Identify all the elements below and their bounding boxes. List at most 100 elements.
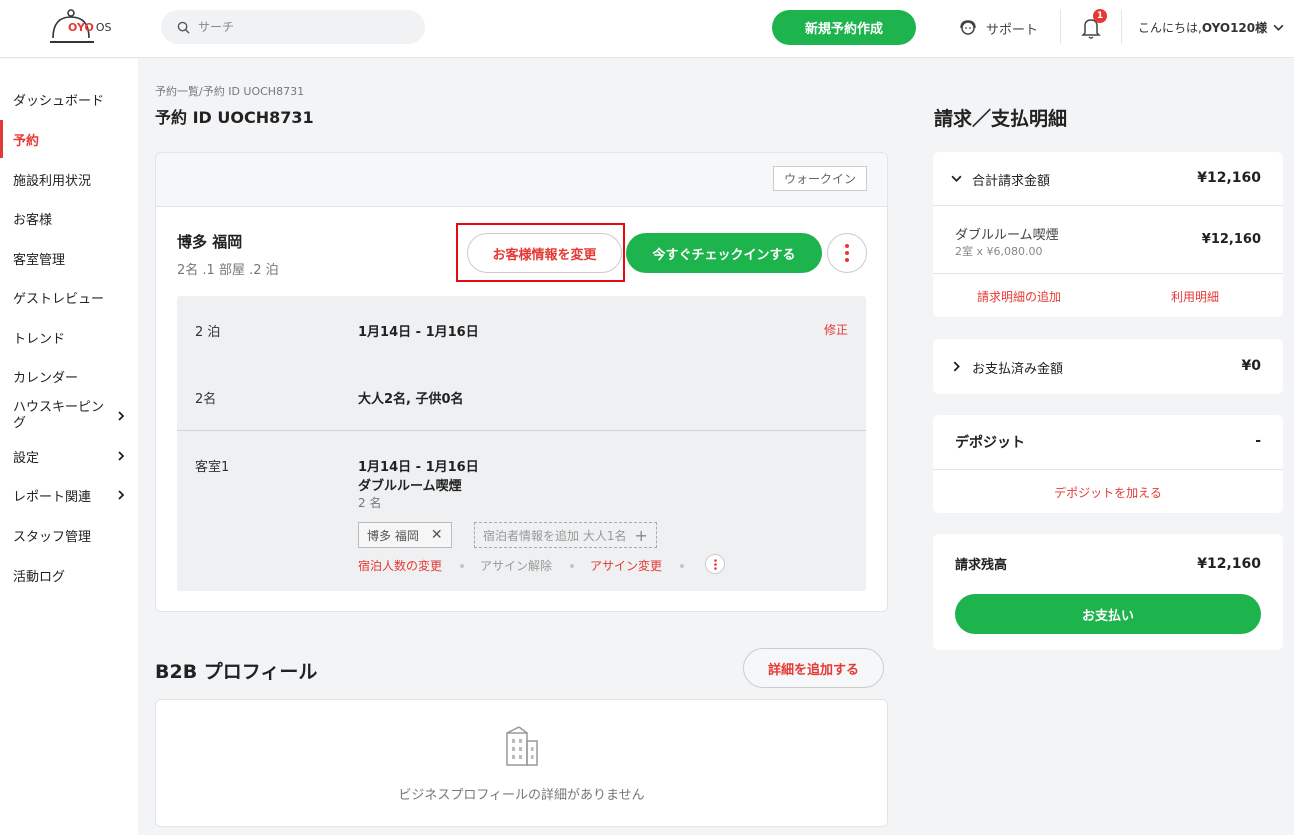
- edit-dates-link[interactable]: 修正: [824, 321, 848, 338]
- room-label: 客室1: [195, 460, 230, 475]
- booking-card-header: ウォークイン: [156, 153, 887, 207]
- change-guests-link[interactable]: 宿泊人数の変更: [358, 557, 442, 574]
- nights-label: 2 泊: [195, 325, 221, 340]
- support-label: サポート: [986, 22, 1039, 38]
- sidebar-item-settings[interactable]: 設定: [0, 437, 138, 475]
- chevron-down-icon: [951, 175, 962, 182]
- balance-amount: ¥12,160: [1197, 556, 1261, 572]
- separator-dot: [460, 564, 464, 568]
- total-charges-header[interactable]: 合計請求金額 ¥12,160: [933, 152, 1283, 204]
- chevron-right-icon: [118, 451, 125, 461]
- plus-icon: +: [634, 525, 648, 545]
- sidebar-item-occupancy[interactable]: 施設利用状況: [0, 160, 138, 198]
- sidebar-item-reviews[interactable]: ゲストレビュー: [0, 278, 138, 316]
- details-divider: [177, 430, 866, 431]
- more-options-button[interactable]: [827, 233, 867, 273]
- notification-badge: 1: [1093, 9, 1107, 23]
- sidebar-item-label: ダッシュボード: [13, 93, 105, 109]
- deposit-panel: デポジット - デポジットを加える: [933, 415, 1283, 513]
- sidebar-item-trends[interactable]: トレンド: [0, 318, 138, 356]
- support-link[interactable]: サポート: [958, 18, 1038, 38]
- sidebar-item-calendar[interactable]: カレンダー: [0, 357, 138, 395]
- sidebar: ダッシュボード 予約 施設利用状況 お客様 客室管理 ゲストレビュー トレンド …: [0, 59, 138, 835]
- checkin-now-button[interactable]: 今すぐチェックインする: [626, 233, 822, 273]
- greeting-prefix: こんにちは,: [1138, 21, 1202, 35]
- sidebar-item-guests[interactable]: お客様: [0, 199, 138, 237]
- separator-dot: [570, 564, 574, 568]
- add-charge-link[interactable]: 請求明細の追加: [977, 288, 1061, 305]
- reassign-link[interactable]: アサイン変更: [590, 557, 662, 574]
- paid-amount-panel[interactable]: お支払済み金額 ¥0: [933, 339, 1283, 394]
- b2b-card: ビジネスプロフィールの詳細がありません: [155, 699, 888, 827]
- sidebar-item-reports[interactable]: レポート関連: [0, 476, 138, 514]
- room-guests: 2 名: [358, 496, 382, 510]
- chip-add-label: 宿泊者情報を追加 大人1名: [483, 528, 627, 543]
- header-divider: [1121, 10, 1122, 44]
- room-type: ダブルルーム喫煙: [358, 479, 462, 494]
- balance-panel: 請求残高 ¥12,160 お支払い: [933, 534, 1283, 650]
- sidebar-item-label: 客室管理: [13, 252, 66, 268]
- sidebar-item-label: トレンド: [13, 331, 66, 347]
- room-more-button[interactable]: [705, 554, 725, 574]
- sidebar-item-staff[interactable]: スタッフ管理: [0, 516, 138, 554]
- building-icon: [506, 726, 538, 766]
- total-label: 合計請求金額: [972, 174, 1051, 189]
- sidebar-item-housekeeping[interactable]: ハウスキーピング: [0, 396, 138, 436]
- line-item-name: ダブルルーム喫煙: [955, 228, 1059, 243]
- booking-details: 2 泊 1月14日 - 1月16日 修正 2名 大人2名, 子供0名 客室1 1…: [177, 296, 866, 591]
- billing-title: 請求／支払明細: [934, 108, 1068, 130]
- user-name: OYO120様: [1201, 21, 1268, 35]
- deposit-label: デポジット: [955, 435, 1025, 451]
- panel-divider: [933, 205, 1283, 206]
- user-menu[interactable]: こんにちは, OYO120様: [1138, 19, 1284, 36]
- header-divider: [1060, 10, 1061, 44]
- sidebar-item-bookings[interactable]: 予約: [0, 120, 138, 158]
- sidebar-item-label: お客様: [13, 212, 53, 228]
- sidebar-item-label: 予約: [13, 133, 40, 149]
- guests-detail: 大人2名, 子供0名: [358, 392, 464, 407]
- sidebar-item-label: 設定: [13, 450, 40, 466]
- separator-dot: [680, 564, 684, 568]
- sidebar-item-rooms[interactable]: 客室管理: [0, 239, 138, 277]
- search-box[interactable]: [161, 10, 425, 44]
- paid-amount: ¥0: [1241, 358, 1261, 374]
- close-icon[interactable]: ✕: [431, 527, 443, 543]
- assigned-guest-chip: 博多 福岡 ✕: [358, 522, 452, 548]
- unassign-link[interactable]: アサイン解除: [480, 557, 552, 574]
- more-vertical-icon: [845, 244, 849, 262]
- add-detail-button[interactable]: 詳細を追加する: [743, 648, 884, 688]
- sidebar-item-label: カレンダー: [13, 370, 79, 386]
- pay-button[interactable]: お支払い: [955, 594, 1261, 634]
- guest-name: 博多 福岡: [177, 233, 243, 251]
- sidebar-item-label: ゲストレビュー: [13, 291, 105, 307]
- breadcrumb[interactable]: 予約一覧/予約 ID UOCH8731: [155, 83, 304, 99]
- total-amount: ¥12,160: [1197, 170, 1261, 186]
- page-title: 予約 ID UOCH8731: [155, 108, 314, 127]
- b2b-empty-message: ビジネスプロフィールの詳細がありません: [398, 788, 645, 803]
- b2b-title: B2B プロフィール: [155, 661, 318, 683]
- panel-divider: [933, 469, 1283, 470]
- sidebar-item-label: スタッフ管理: [13, 529, 92, 545]
- balance-label: 請求残高: [955, 558, 1008, 573]
- booking-card: ウォークイン 博多 福岡 2名 .1 部屋 .2 泊 お客様情報を変更 今すぐチ…: [155, 152, 888, 612]
- add-guest-chip[interactable]: 宿泊者情報を追加 大人1名 +: [474, 522, 657, 548]
- chevron-right-icon: [953, 361, 960, 372]
- line-item-amount: ¥12,160: [1201, 232, 1261, 247]
- logo-brand: OYO: [68, 21, 94, 34]
- support-headset-icon: [960, 20, 976, 35]
- search-input[interactable]: [198, 20, 398, 34]
- usage-details-link[interactable]: 利用明細: [1171, 288, 1219, 305]
- stay-dates: 1月14日 - 1月16日: [358, 325, 479, 340]
- edit-guest-button[interactable]: お客様情報を変更: [467, 233, 622, 273]
- guests-label: 2名: [195, 392, 217, 407]
- panel-divider: [933, 273, 1283, 274]
- logo-suffix: OS: [95, 21, 112, 34]
- room-dates: 1月14日 - 1月16日: [358, 460, 479, 475]
- sidebar-item-dashboard[interactable]: ダッシュボード: [0, 80, 138, 118]
- add-deposit-link[interactable]: デポジットを加える: [933, 484, 1283, 501]
- sidebar-item-activity-log[interactable]: 活動ログ: [0, 556, 138, 594]
- paid-label: お支払済み金額: [972, 362, 1064, 377]
- chevron-right-icon: [118, 411, 125, 421]
- new-booking-button[interactable]: 新規予約作成: [772, 10, 916, 45]
- top-header: OYOOS 新規予約作成 サポート 1 こんにちは, OYO120様: [0, 0, 1294, 58]
